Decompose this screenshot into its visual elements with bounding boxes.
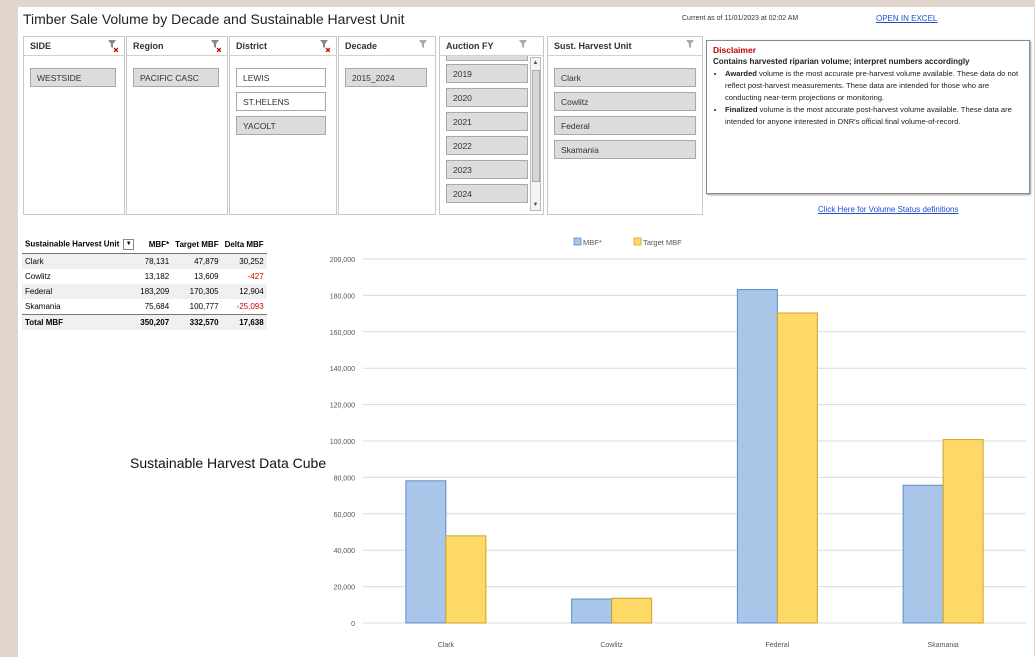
bar-mbf-skamania	[902, 484, 944, 624]
x-tick-label: Federal	[766, 642, 790, 649]
x-tick-label: Skamania	[928, 642, 959, 649]
y-tick-label: 180,000	[330, 293, 355, 300]
bar-target-clark	[445, 535, 487, 624]
legend-label: Target MBF	[643, 238, 682, 247]
x-tick-label: Cowlitz	[600, 642, 623, 649]
legend-label: MBF*	[583, 238, 602, 247]
y-tick-label: 200,000	[330, 257, 355, 264]
legend-swatch	[633, 237, 642, 246]
overlay-caption: Sustainable Harvest Data Cube	[130, 455, 327, 471]
y-tick-label: 160,000	[330, 330, 355, 337]
y-tick-label: 120,000	[330, 403, 355, 410]
y-tick-label: 20,000	[334, 585, 356, 592]
y-tick-label: 80,000	[334, 475, 356, 482]
y-tick-label: 60,000	[334, 512, 356, 519]
bar-target-skamania	[942, 439, 984, 624]
bar-mbf-federal	[736, 289, 778, 624]
legend-swatch	[573, 237, 582, 246]
y-tick-label: 140,000	[330, 366, 355, 373]
bar-chart: 0 20,000 40,000 60,000 80,000 100,000 120,000 1…	[330, 237, 1026, 649]
y-tick-label: 40,000	[334, 548, 356, 555]
bar-mbf-cowlitz	[571, 598, 613, 624]
y-tick-label: 0	[351, 621, 355, 628]
x-tick-label: Clark	[438, 642, 455, 649]
bar-target-federal	[776, 312, 818, 624]
dashboard-sheet: Timber Sale Volume by Decade and Sustain…	[18, 7, 1034, 657]
y-tick-label: 100,000	[330, 439, 355, 446]
bar-target-cowlitz	[611, 597, 653, 624]
bar-mbf-clark	[405, 480, 447, 624]
